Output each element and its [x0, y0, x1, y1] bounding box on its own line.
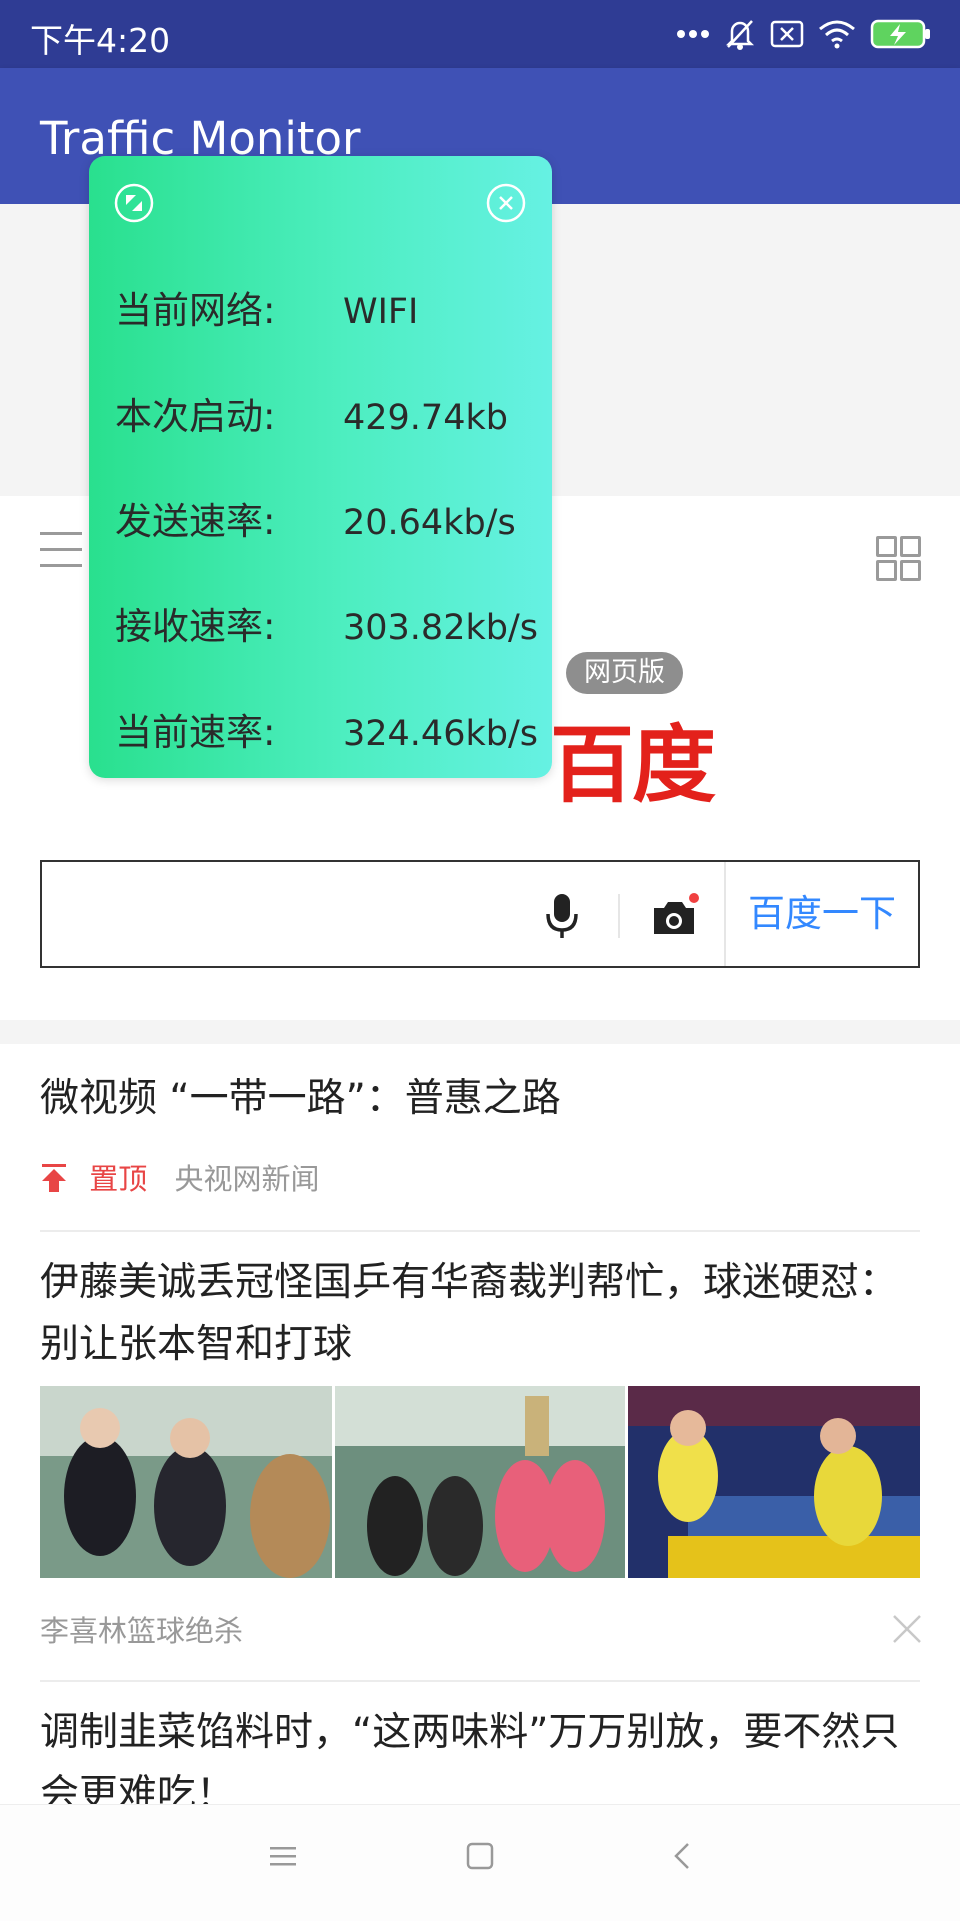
pin-arrow-icon	[40, 1163, 68, 1200]
close-icon[interactable]	[485, 182, 527, 224]
overlay-row-receive: 接收速率: 303.82kb/s	[115, 596, 538, 650]
dismiss-close-icon[interactable]	[890, 1612, 924, 1646]
back-chevron-icon[interactable]	[668, 1841, 698, 1875]
overlay-label: 发送速率:	[115, 500, 276, 543]
more-dots-icon	[676, 29, 710, 39]
feed-divider	[40, 1680, 920, 1682]
camera-icon[interactable]	[650, 892, 700, 942]
overlay-row-current: 当前速率: 324.46kb/s	[115, 702, 538, 756]
grid-apps-icon[interactable]	[876, 536, 921, 581]
search-divider	[618, 894, 620, 938]
system-nav-bar	[0, 1804, 960, 1921]
feed-thumbnail[interactable]	[628, 1386, 920, 1578]
home-square-icon[interactable]	[465, 1841, 495, 1875]
bell-off-icon	[724, 17, 756, 51]
microphone-icon[interactable]	[542, 892, 582, 942]
pinned-label: 置顶	[89, 1162, 148, 1196]
search-input[interactable]	[42, 862, 522, 966]
menu-icon[interactable]	[268, 1841, 298, 1875]
overlay-value: 303.82kb/s	[343, 608, 538, 648]
overlay-label: 当前网络:	[115, 289, 276, 332]
feed-divider	[40, 1230, 920, 1232]
overlay-value: 324.46kb/s	[343, 714, 538, 754]
web-version-badge[interactable]: 网页版	[566, 652, 683, 694]
overlay-value: 20.64kb/s	[343, 503, 516, 543]
feed-item-title[interactable]: 微视频 “一带一路”：普惠之路	[40, 1068, 920, 1130]
wifi-icon	[818, 19, 856, 49]
status-time: 下午4:20	[30, 21, 171, 60]
overlay-row-session: 本次启动: 429.74kb	[115, 386, 508, 440]
overlay-row-send: 发送速率: 20.64kb/s	[115, 491, 516, 545]
status-icons	[676, 14, 932, 54]
feed-item-title[interactable]: 伊藤美诚丢冠怪国乒有华裔裁判帮忙，球迷硬怼：别让张本智和打球	[40, 1252, 920, 1376]
feed-thumbnail[interactable]	[335, 1386, 625, 1578]
feed-thumbnail[interactable]	[40, 1386, 332, 1578]
baidu-logo-text: 百度	[550, 716, 716, 814]
overlay-label: 当前速率:	[115, 711, 276, 754]
resize-icon[interactable]	[113, 182, 155, 224]
battery-charging-icon	[870, 18, 932, 50]
search-box: 百度一下	[40, 860, 920, 968]
feed-source: 央视网新闻	[174, 1162, 320, 1196]
feed-item-meta: 置顶 央视网新闻	[40, 1156, 319, 1200]
search-button[interactable]: 百度一下	[724, 862, 918, 966]
traffic-monitor-overlay[interactable]: 当前网络: WIFI 本次启动: 429.74kb 发送速率: 20.64kb/s 接…	[89, 156, 552, 778]
section-divider	[0, 1020, 960, 1044]
feed-source: 李喜林篮球绝杀	[40, 1614, 244, 1648]
baidu-menu-icon[interactable]	[40, 532, 82, 568]
overlay-row-network: 当前网络: WIFI	[115, 280, 418, 334]
status-bar: 下午4:20	[0, 0, 960, 68]
overlay-value: WIFI	[343, 292, 419, 332]
sim-x-icon	[770, 20, 804, 48]
overlay-label: 本次启动:	[115, 395, 276, 438]
overlay-value: 429.74kb	[343, 398, 508, 438]
overlay-label: 接收速率:	[115, 605, 276, 648]
